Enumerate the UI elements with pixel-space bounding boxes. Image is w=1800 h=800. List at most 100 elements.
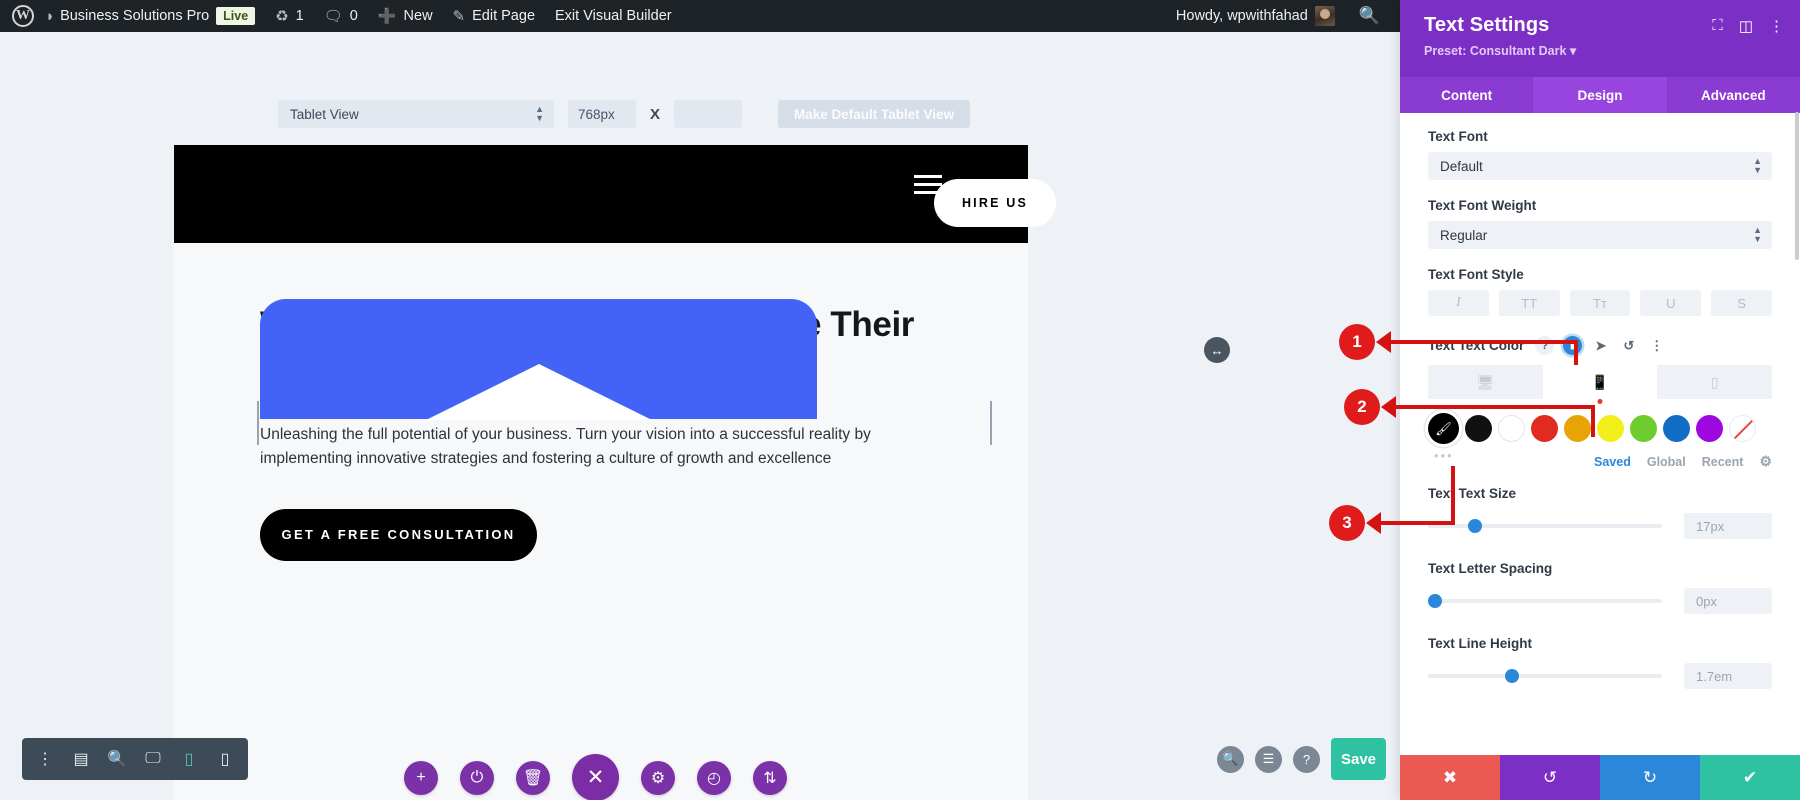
- slider-knob[interactable]: [1467, 519, 1482, 533]
- text-font-weight-select[interactable]: Regular ▲ ▼: [1428, 221, 1772, 249]
- responsive-phone-icon[interactable]: ▮: [1563, 336, 1583, 355]
- edit-page-label: Edit Page: [472, 8, 536, 24]
- smallcaps-style-button[interactable]: Tт: [1569, 290, 1631, 316]
- panel-scrollbar[interactable]: [1795, 112, 1799, 260]
- pencil-icon: ✎: [452, 8, 466, 25]
- annotation-arrow-2-line: [1395, 405, 1595, 409]
- device-tab-tablet[interactable]: 📱: [1542, 365, 1658, 399]
- tab-design[interactable]: Design: [1533, 77, 1667, 113]
- exit-visual-builder-link[interactable]: Exit Visual Builder: [545, 0, 682, 32]
- swatch-yellow[interactable]: [1597, 415, 1624, 442]
- panel-preset-selector[interactable]: Preset: Consultant Dark ▾: [1424, 43, 1780, 58]
- tablet-view-button[interactable]: ▯: [172, 738, 206, 780]
- text-size-slider[interactable]: [1428, 519, 1662, 533]
- close-module-button[interactable]: ✕: [572, 754, 619, 800]
- swatch-purple[interactable]: [1696, 415, 1723, 442]
- annotation-arrow-3-head: [1366, 512, 1381, 534]
- get-consultation-button[interactable]: GET A FREE CONSULTATION: [260, 508, 537, 561]
- text-font-weight-value: Regular: [1440, 227, 1488, 243]
- save-button[interactable]: Save: [1331, 738, 1386, 780]
- module-settings-button[interactable]: ⚙: [641, 760, 675, 795]
- letter-spacing-input[interactable]: 0px: [1684, 588, 1772, 614]
- device-tab-phone[interactable]: ▯: [1657, 365, 1773, 399]
- updates-menu[interactable]: ♻ 1: [265, 0, 314, 32]
- underline-icon: U: [1666, 295, 1676, 311]
- viewport-width-input[interactable]: 768px: [568, 100, 636, 128]
- italic-style-button[interactable]: I: [1428, 290, 1489, 316]
- new-content-menu[interactable]: ➕ New: [368, 0, 443, 32]
- view-mode-select[interactable]: Tablet View ▲ ▼: [278, 100, 554, 128]
- tab-advanced[interactable]: Advanced: [1667, 77, 1800, 113]
- more-options-button[interactable]: ⋮: [28, 738, 62, 780]
- zoom-view-button[interactable]: 🔍: [100, 738, 134, 780]
- site-name-menu[interactable]: ◑ Business Solutions Pro Live: [34, 0, 265, 32]
- underline-style-button[interactable]: U: [1640, 290, 1702, 316]
- edit-page-link[interactable]: ✎ Edit Page: [443, 0, 545, 32]
- swatch-blue[interactable]: [1663, 415, 1690, 442]
- clock-icon: ◴: [707, 769, 721, 787]
- module-reorder-button[interactable]: ⇅: [753, 760, 787, 795]
- annotation-arrow-1-line: [1390, 340, 1578, 344]
- line-height-slider[interactable]: [1428, 669, 1662, 683]
- vertical-dots-icon[interactable]: ⋮: [1769, 17, 1784, 35]
- annotation-arrow-1-elbow: [1574, 340, 1578, 365]
- magnifier-icon: 🔍: [1222, 751, 1239, 766]
- swatch-orange[interactable]: [1564, 415, 1591, 442]
- hire-us-button[interactable]: HIRE US: [934, 179, 1056, 227]
- swatch-black[interactable]: [1465, 415, 1492, 442]
- make-default-tablet-view-button[interactable]: Make Default Tablet View: [778, 100, 971, 128]
- wireframe-view-button[interactable]: ▤: [64, 738, 98, 780]
- redo-button[interactable]: ↻: [1600, 755, 1700, 800]
- palette-tab-global[interactable]: Global: [1647, 455, 1686, 469]
- search-modules-button[interactable]: 🔍: [1217, 745, 1244, 773]
- comments-menu[interactable]: 🗨 0: [314, 0, 368, 32]
- howdy-menu[interactable]: Howdy, wpwithfahad: [1166, 0, 1345, 32]
- hero-paragraph-module[interactable]: Unleashing the full potential of your bu…: [257, 400, 992, 471]
- swatch-white[interactable]: [1498, 415, 1525, 442]
- letter-spacing-slider[interactable]: [1428, 594, 1662, 608]
- text-size-input[interactable]: 17px: [1684, 513, 1772, 539]
- palette-tab-recent[interactable]: Recent: [1702, 455, 1744, 469]
- palette-tab-saved[interactable]: Saved: [1594, 455, 1631, 469]
- slider-knob[interactable]: [1428, 594, 1442, 608]
- tab-content[interactable]: Content: [1400, 77, 1533, 113]
- strikethrough-style-button[interactable]: S: [1711, 290, 1772, 316]
- module-history-button[interactable]: ◴: [697, 760, 731, 795]
- gear-icon[interactable]: ⚙: [1759, 453, 1772, 470]
- wordpress-admin-bar: W ◑ Business Solutions Pro Live ♻ 1 🗨 0 …: [0, 0, 1400, 32]
- cancel-button[interactable]: ✖: [1400, 755, 1500, 800]
- swatch-red[interactable]: [1531, 415, 1558, 442]
- vertical-dots-icon[interactable]: ⋮: [1647, 336, 1666, 355]
- help-icon[interactable]: ?: [1535, 336, 1555, 355]
- text-font-select[interactable]: Default ▲ ▼: [1428, 152, 1772, 180]
- slider-knob[interactable]: [1505, 669, 1520, 683]
- split-layout-icon[interactable]: ◫: [1739, 17, 1753, 35]
- swatch-transparent[interactable]: [1729, 415, 1756, 442]
- phone-view-button[interactable]: ▯: [208, 738, 242, 780]
- device-tab-desktop[interactable]: 🖥: [1428, 365, 1543, 399]
- panel-preset-label: Preset: Consultant Dark: [1424, 44, 1567, 58]
- reset-icon[interactable]: ↺: [1619, 336, 1638, 355]
- hover-cursor-icon[interactable]: ➤: [1591, 336, 1610, 355]
- save-check-button[interactable]: ✔: [1700, 755, 1800, 800]
- toggle-module-button[interactable]: ⏻: [460, 760, 494, 795]
- desktop-view-button[interactable]: 🖵: [136, 738, 170, 780]
- line-height-input[interactable]: 1.7em: [1684, 663, 1772, 689]
- desktop-icon: 🖵: [145, 750, 161, 767]
- line-height-slider-row: 1.7em: [1428, 663, 1772, 689]
- search-icon[interactable]: 🔍: [1345, 6, 1394, 26]
- layers-view-button[interactable]: ☰: [1255, 745, 1282, 773]
- swatch-green[interactable]: [1630, 415, 1657, 442]
- delete-module-button[interactable]: 🗑: [516, 760, 550, 795]
- add-module-button[interactable]: +: [404, 760, 438, 795]
- wordpress-logo-icon[interactable]: W: [12, 5, 34, 27]
- site-name-label: Business Solutions Pro: [60, 8, 210, 24]
- help-button[interactable]: ?: [1293, 745, 1320, 773]
- viewport-height-input[interactable]: [674, 100, 743, 128]
- undo-button[interactable]: ↺: [1500, 755, 1600, 800]
- color-picker-button[interactable]: 🖌: [1428, 413, 1459, 444]
- horizontal-resize-icon[interactable]: ↔: [1204, 337, 1230, 363]
- uppercase-style-button[interactable]: TT: [1498, 290, 1560, 316]
- fullscreen-icon[interactable]: ⛶: [1712, 17, 1723, 35]
- dashboard-icon: ◑: [44, 7, 54, 25]
